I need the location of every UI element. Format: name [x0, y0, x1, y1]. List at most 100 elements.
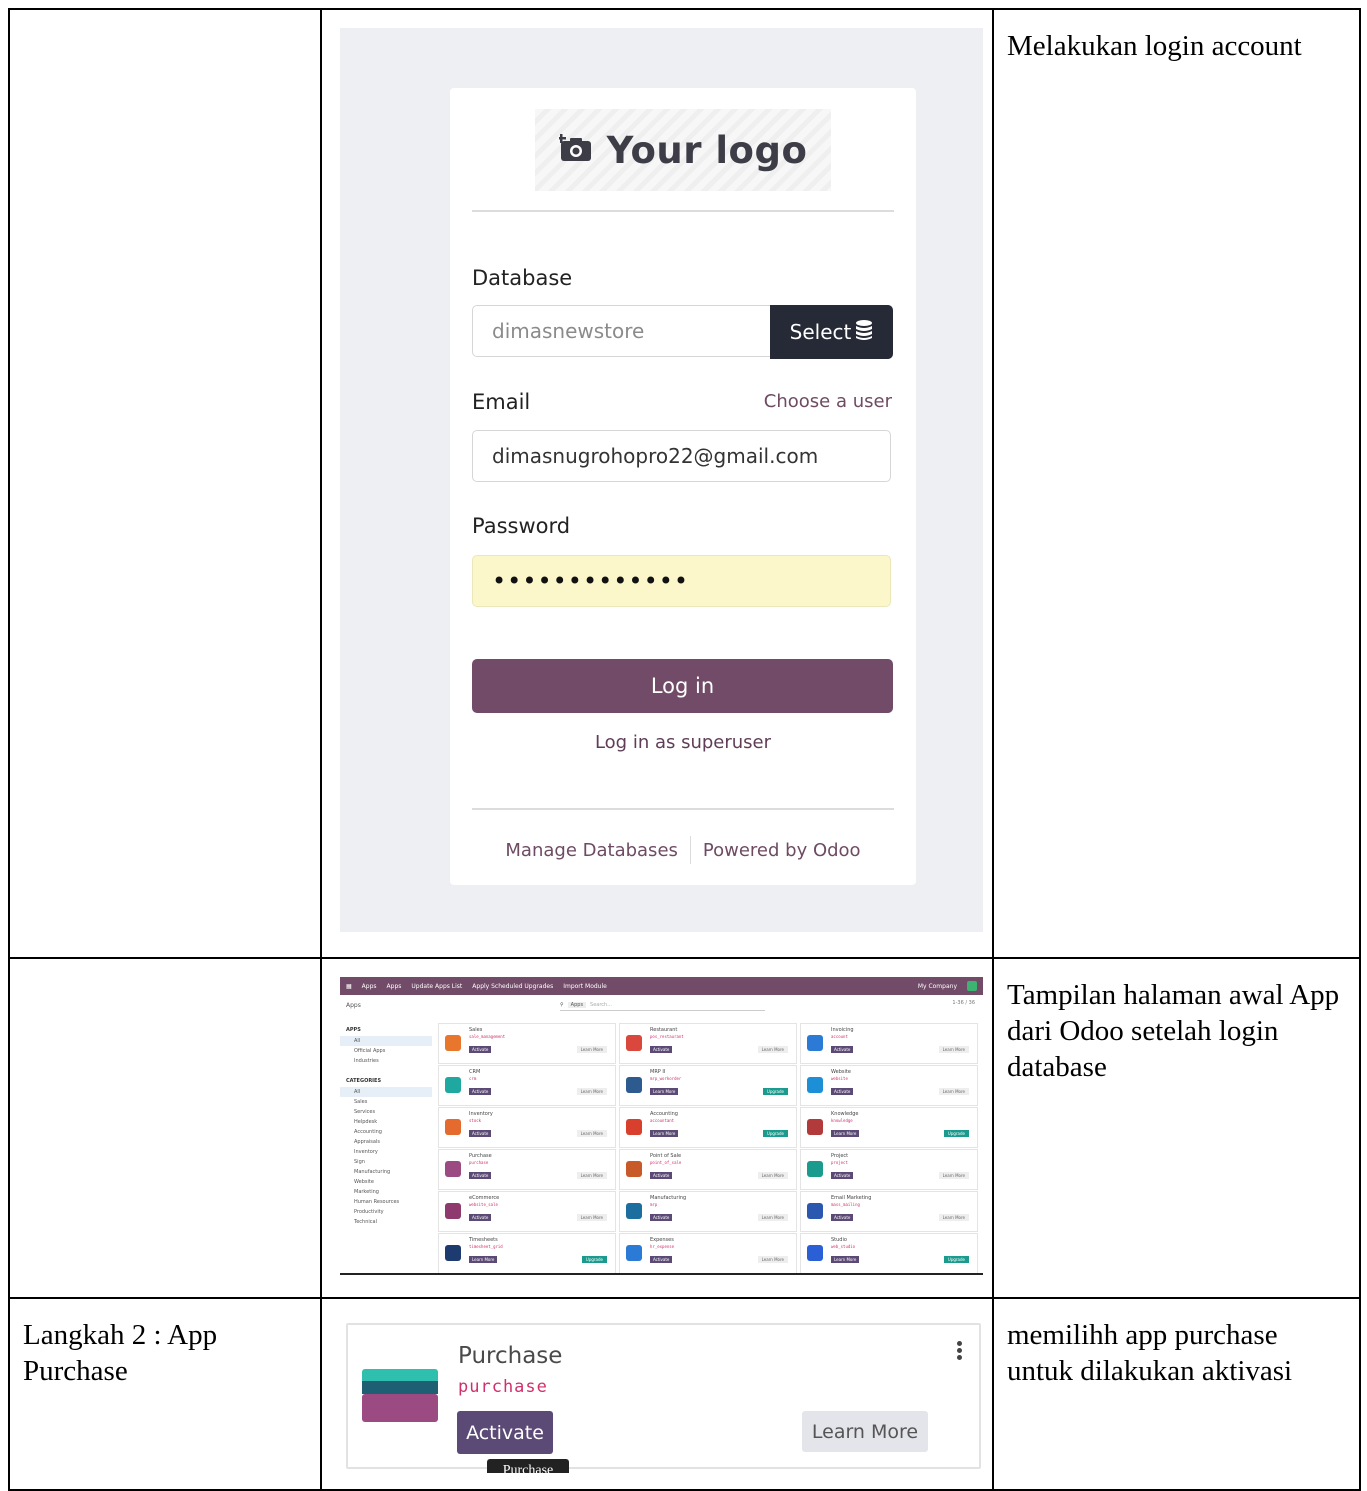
app-name: Purchase [469, 1153, 492, 1159]
learn-more-button[interactable]: Learn More [576, 1088, 607, 1095]
grid-menu-icon[interactable]: ▦ [346, 983, 352, 990]
learn-more-button[interactable]: Learn More [576, 1214, 607, 1221]
menu-item[interactable]: Apply Scheduled Upgrades [472, 983, 553, 990]
learn-more-button[interactable]: Learn More [938, 1088, 969, 1095]
kebab-menu-icon[interactable] [957, 1341, 963, 1362]
powered-by-link[interactable]: Powered by Odoo [703, 840, 861, 861]
app-technical-name: mrp [650, 1202, 658, 1207]
search-bar[interactable]: ⚲ Apps Search... [560, 999, 765, 1011]
sidebar-item[interactable]: Human Resources [340, 1197, 432, 1207]
app-technical-name: account [831, 1034, 848, 1039]
app-name: Sales [469, 1027, 483, 1033]
activate-button[interactable]: Activate [650, 1256, 673, 1263]
activate-button[interactable]: Activate [469, 1046, 492, 1053]
purchase-app-icon [362, 1369, 438, 1422]
choose-user-link[interactable]: Choose a user [764, 391, 892, 412]
company-switcher[interactable]: My Company [918, 983, 957, 990]
sidebar-item[interactable]: Inventory [340, 1147, 432, 1157]
upgrade-button[interactable]: Upgrade [943, 1130, 969, 1137]
sidebar-item[interactable]: Official Apps [340, 1046, 432, 1056]
app-icon [807, 1077, 823, 1093]
sidebar-item[interactable]: Website [340, 1177, 432, 1187]
menu-item[interactable]: Update Apps List [411, 983, 462, 990]
activate-button[interactable]: Activate [650, 1172, 673, 1179]
app-technical-name: purchase [469, 1160, 489, 1165]
activate-button[interactable]: Learn More [650, 1130, 679, 1137]
app-icon [807, 1119, 823, 1135]
description-cell: Tampilan halaman awal App dari Odoo sete… [992, 957, 1361, 1299]
activate-button[interactable]: Activate [650, 1046, 673, 1053]
sidebar-item[interactable]: Industries [340, 1056, 432, 1066]
activate-button[interactable]: Activate [831, 1172, 854, 1179]
app-card: Restaurant pos_restaurant Activate Learn Mo… [619, 1023, 797, 1064]
learn-more-button[interactable]: Learn More [576, 1130, 607, 1137]
upgrade-button[interactable]: Upgrade [762, 1130, 788, 1137]
activate-button[interactable]: Activate [831, 1046, 854, 1053]
learn-more-button[interactable]: Learn More [576, 1046, 607, 1053]
app-name: Knowledge [831, 1111, 859, 1117]
activate-button[interactable]: Learn More [831, 1130, 860, 1137]
sidebar-item[interactable]: Appraisals [340, 1137, 432, 1147]
activate-button[interactable]: Activate [469, 1130, 492, 1137]
app-icon [807, 1035, 823, 1051]
activate-button[interactable]: Learn More [469, 1256, 498, 1263]
superuser-link[interactable]: Log in as superuser [450, 732, 916, 753]
sidebar-item[interactable]: Technical [340, 1217, 432, 1227]
email-field[interactable]: dimasnugrohopro22@gmail.com [472, 430, 891, 482]
menu-item[interactable]: Apps [387, 983, 402, 990]
pager[interactable]: 1-36 / 36 [952, 1000, 975, 1006]
upgrade-button[interactable]: Upgrade [762, 1088, 788, 1095]
sidebar-item[interactable]: All [340, 1036, 432, 1046]
learn-more-button[interactable]: Learn More [757, 1046, 788, 1053]
sidebar-item[interactable]: Sales [340, 1097, 432, 1107]
upgrade-button[interactable]: Upgrade [581, 1256, 607, 1263]
learn-more-button[interactable]: Learn More [757, 1256, 788, 1263]
activate-button[interactable]: Activate [831, 1214, 854, 1221]
sidebar-item[interactable]: Manufacturing [340, 1167, 432, 1177]
activate-button[interactable]: Activate [650, 1214, 673, 1221]
login-card: Your logo Database dimasnewstore Select [450, 88, 916, 885]
activate-button[interactable]: Learn More [831, 1256, 860, 1263]
app-icon [626, 1245, 642, 1261]
footer-separator [689, 836, 691, 864]
menu-item[interactable]: Apps [362, 983, 377, 990]
sidebar-item[interactable]: Marketing [340, 1187, 432, 1197]
camera-add-icon [556, 133, 593, 167]
learn-more-button[interactable]: Learn More [938, 1214, 969, 1221]
app-name: Email Marketing [831, 1195, 872, 1201]
activate-button[interactable]: Learn More [650, 1088, 679, 1095]
sidebar-item[interactable]: Helpdesk [340, 1117, 432, 1127]
activate-button[interactable]: Activate [469, 1214, 492, 1221]
upgrade-button[interactable]: Upgrade [943, 1256, 969, 1263]
learn-more-button[interactable]: Learn More [757, 1172, 788, 1179]
sidebar-item[interactable]: Productivity [340, 1207, 432, 1217]
learn-more-button[interactable]: Learn More [757, 1214, 788, 1221]
activate-button[interactable]: Activate [469, 1172, 492, 1179]
app-icon [626, 1119, 642, 1135]
avatar[interactable] [967, 981, 977, 991]
sidebar-item[interactable]: Accounting [340, 1127, 432, 1137]
learn-more-button[interactable]: Learn More [938, 1046, 969, 1053]
app-card: Email Marketing mass_mailing Activate Learn… [800, 1191, 978, 1232]
activate-button[interactable]: Activate [469, 1088, 492, 1095]
app-name: MRP II [650, 1069, 666, 1075]
learn-more-button[interactable]: Learn More [938, 1172, 969, 1179]
login-button[interactable]: Log in [472, 659, 893, 713]
manage-databases-link[interactable]: Manage Databases [505, 840, 678, 861]
description-text: Melakukan login account [1007, 30, 1302, 62]
sidebar-item[interactable]: Sign [340, 1157, 432, 1167]
password-field[interactable]: ••••••••••••• [472, 555, 891, 607]
sidebar-item[interactable]: Services [340, 1107, 432, 1117]
sidebar-item[interactable]: All [340, 1087, 432, 1097]
steps-table: Your logo Database dimasnewstore Select [8, 8, 1361, 1491]
activate-button[interactable]: Activate [457, 1411, 553, 1454]
activate-button[interactable]: Activate [831, 1088, 854, 1095]
filter-chip[interactable]: Apps [567, 1001, 587, 1008]
database-input[interactable]: dimasnewstore [472, 305, 772, 357]
menu-item[interactable]: Import Module [563, 983, 607, 990]
search-input[interactable]: Search... [590, 1002, 612, 1008]
app-icon [445, 1119, 461, 1135]
select-database-button[interactable]: Select [770, 305, 893, 359]
learn-more-button[interactable]: Learn More [802, 1411, 928, 1452]
learn-more-button[interactable]: Learn More [576, 1172, 607, 1179]
